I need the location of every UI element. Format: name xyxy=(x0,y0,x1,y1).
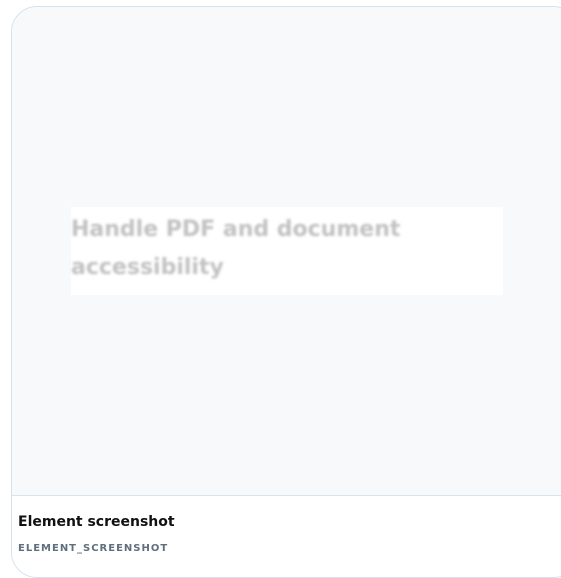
card-title: Element screenshot xyxy=(18,514,175,530)
card-type-label: ELEMENT_SCREENSHOT xyxy=(18,543,169,554)
screenshot-preview-heading: Handle PDF and document accessibility xyxy=(71,217,401,280)
screenshot-preview-content: Handle PDF and document accessibility xyxy=(71,207,503,295)
element-screenshot-card[interactable]: Handle PDF and document accessibility El… xyxy=(11,6,561,578)
card-footer: Element screenshot ELEMENT_SCREENSHOT xyxy=(12,496,561,577)
screenshot-preview: Handle PDF and document accessibility xyxy=(12,7,561,496)
